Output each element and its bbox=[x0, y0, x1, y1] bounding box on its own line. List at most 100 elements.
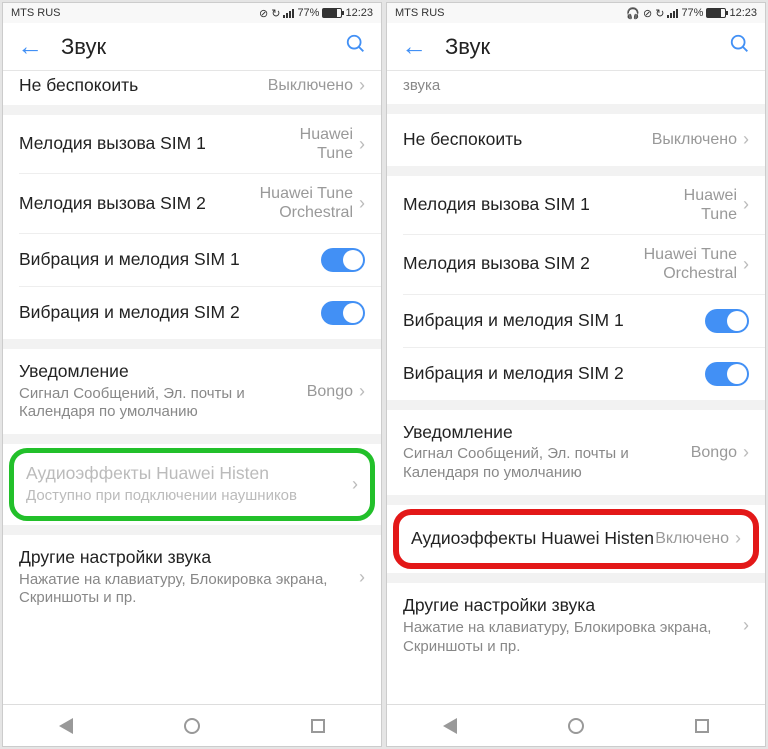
search-icon[interactable] bbox=[345, 33, 367, 61]
histen-row-disabled: Аудиоэффекты Huawei Histen Доступно при … bbox=[14, 453, 370, 516]
divider bbox=[3, 434, 381, 444]
chevron-right-icon: › bbox=[743, 129, 749, 150]
nav-home-icon[interactable] bbox=[568, 718, 584, 734]
chevron-right-icon: › bbox=[743, 254, 749, 275]
histen-row[interactable]: Аудиоэффекты Huawei Histen Включено › bbox=[399, 515, 753, 563]
vibrate-sim2-toggle[interactable] bbox=[321, 301, 365, 325]
status-bar: MTS RUS ⊘ ↻ 77% 12:23 bbox=[3, 3, 381, 23]
chevron-right-icon: › bbox=[359, 381, 365, 402]
dnd-row[interactable]: Не беспокоить Выключено › bbox=[3, 71, 381, 105]
dnd-row[interactable]: Не беспокоить Выключено › bbox=[387, 114, 765, 166]
notification-title: Уведомление bbox=[19, 361, 307, 383]
divider bbox=[387, 400, 765, 410]
dnd-title: Не беспокоить bbox=[403, 129, 652, 151]
chevron-right-icon: › bbox=[743, 194, 749, 215]
ringtone-sim1-title: Мелодия вызова SIM 1 bbox=[19, 133, 263, 155]
histen-title: Аудиоэффекты Huawei Histen bbox=[26, 463, 350, 485]
dnd-value: Выключено bbox=[268, 76, 353, 95]
vibrate-sim2-toggle[interactable] bbox=[705, 362, 749, 386]
ringtone-sim2-row[interactable]: Мелодия вызова SIM 2 Huawei Tune Orchest… bbox=[387, 235, 765, 293]
nav-bar bbox=[387, 704, 765, 746]
partial-row: звука bbox=[387, 71, 765, 104]
carrier-label: MTS RUS bbox=[395, 7, 445, 19]
signal-icon bbox=[283, 9, 294, 18]
clock-icon: ⊘ bbox=[643, 7, 652, 20]
back-icon[interactable]: ← bbox=[17, 31, 43, 62]
battery-label: 77% bbox=[681, 7, 703, 19]
other-sounds-row[interactable]: Другие настройки звука Нажатие на клавиа… bbox=[3, 535, 381, 618]
ringtone-sim2-title: Мелодия вызова SIM 2 bbox=[19, 193, 253, 215]
time-label: 12:23 bbox=[345, 7, 373, 19]
divider bbox=[387, 166, 765, 176]
phone-left: MTS RUS ⊘ ↻ 77% 12:23 ← Звук Не беспокои… bbox=[2, 2, 382, 747]
vibrate-sim2-title: Вибрация и мелодия SIM 2 bbox=[19, 302, 321, 324]
ringtone-sim1-value: Huawei Tune bbox=[647, 186, 737, 224]
divider bbox=[387, 573, 765, 583]
ringtone-sim2-row[interactable]: Мелодия вызова SIM 2 Huawei Tune Orchest… bbox=[3, 174, 381, 232]
battery-icon bbox=[706, 8, 726, 18]
nav-bar bbox=[3, 704, 381, 746]
ringtone-sim2-value: Huawei Tune Orchestral bbox=[637, 245, 737, 283]
vibrate-sim1-title: Вибрация и мелодия SIM 1 bbox=[403, 310, 705, 332]
chevron-right-icon: › bbox=[359, 75, 365, 96]
vibrate-sim1-row[interactable]: Вибрация и мелодия SIM 1 bbox=[3, 234, 381, 286]
page-title: Звук bbox=[61, 34, 345, 60]
chevron-right-icon: › bbox=[743, 442, 749, 463]
clock-icon: ⊘ bbox=[259, 7, 268, 20]
divider bbox=[387, 495, 765, 505]
notification-row[interactable]: Уведомление Сигнал Сообщений, Эл. почты … bbox=[387, 410, 765, 495]
nav-home-icon[interactable] bbox=[184, 718, 200, 734]
nav-recent-icon[interactable] bbox=[311, 719, 325, 733]
vibrate-sim2-row[interactable]: Вибрация и мелодия SIM 2 bbox=[3, 287, 381, 339]
other-sounds-title: Другие настройки звука bbox=[19, 547, 357, 569]
ringtone-sim2-value: Huawei Tune Orchestral bbox=[253, 184, 353, 222]
nav-back-icon[interactable] bbox=[443, 718, 457, 734]
battery-icon bbox=[322, 8, 342, 18]
notification-value: Bongo bbox=[691, 443, 737, 462]
time-label: 12:23 bbox=[729, 7, 757, 19]
ringtone-sim1-title: Мелодия вызова SIM 1 bbox=[403, 194, 647, 216]
page-title: Звук bbox=[445, 34, 729, 60]
divider bbox=[3, 525, 381, 535]
ringtone-sim1-row[interactable]: Мелодия вызова SIM 1 Huawei Tune › bbox=[387, 176, 765, 234]
notification-row[interactable]: Уведомление Сигнал Сообщений, Эл. почты … bbox=[3, 349, 381, 434]
notification-value: Bongo bbox=[307, 382, 353, 401]
divider bbox=[387, 104, 765, 114]
vibrate-sim2-row[interactable]: Вибрация и мелодия SIM 2 bbox=[387, 348, 765, 400]
search-icon[interactable] bbox=[729, 33, 751, 61]
chevron-right-icon: › bbox=[359, 567, 365, 588]
chevron-right-icon: › bbox=[743, 615, 749, 636]
histen-sub: Доступно при подключении наушников bbox=[26, 487, 350, 506]
carrier-label: MTS RUS bbox=[11, 7, 61, 19]
app-header: ← Звук bbox=[3, 23, 381, 71]
nav-back-icon[interactable] bbox=[59, 718, 73, 734]
dnd-value: Выключено bbox=[652, 130, 737, 149]
chevron-right-icon: › bbox=[352, 474, 358, 495]
notification-sub: Сигнал Сообщений, Эл. почты и Календаря … bbox=[403, 445, 691, 483]
dnd-title: Не беспокоить bbox=[19, 75, 268, 97]
notification-icon: ↻ bbox=[271, 7, 280, 20]
divider bbox=[3, 105, 381, 115]
vibrate-sim1-toggle[interactable] bbox=[705, 309, 749, 333]
divider bbox=[3, 339, 381, 349]
other-sounds-sub: Нажатие на клавиатуру, Блокировка экрана… bbox=[403, 619, 741, 657]
vibrate-sim2-title: Вибрация и мелодия SIM 2 bbox=[403, 363, 705, 385]
notification-sub: Сигнал Сообщений, Эл. почты и Календаря … bbox=[19, 385, 307, 423]
ringtone-sim1-value: Huawei Tune bbox=[263, 125, 353, 163]
highlight-red: Аудиоэффекты Huawei Histen Включено › bbox=[393, 509, 759, 569]
back-icon[interactable]: ← bbox=[401, 31, 427, 62]
other-sounds-sub: Нажатие на клавиатуру, Блокировка экрана… bbox=[19, 571, 357, 609]
other-sounds-title: Другие настройки звука bbox=[403, 595, 741, 617]
phone-right: MTS RUS 🎧 ⊘ ↻ 77% 12:23 ← Звук звука Не … bbox=[386, 2, 766, 747]
notification-title: Уведомление bbox=[403, 422, 691, 444]
other-sounds-row[interactable]: Другие настройки звука Нажатие на клавиа… bbox=[387, 583, 765, 666]
nav-recent-icon[interactable] bbox=[695, 719, 709, 733]
histen-value: Включено bbox=[655, 529, 729, 548]
vibrate-sim1-toggle[interactable] bbox=[321, 248, 365, 272]
ringtone-sim1-row[interactable]: Мелодия вызова SIM 1 Huawei Tune › bbox=[3, 115, 381, 173]
partial-text: звука bbox=[403, 77, 440, 96]
vibrate-sim1-row[interactable]: Вибрация и мелодия SIM 1 bbox=[387, 295, 765, 347]
vibrate-sim1-title: Вибрация и мелодия SIM 1 bbox=[19, 249, 321, 271]
app-header: ← Звук bbox=[387, 23, 765, 71]
histen-title: Аудиоэффекты Huawei Histen bbox=[411, 528, 655, 550]
